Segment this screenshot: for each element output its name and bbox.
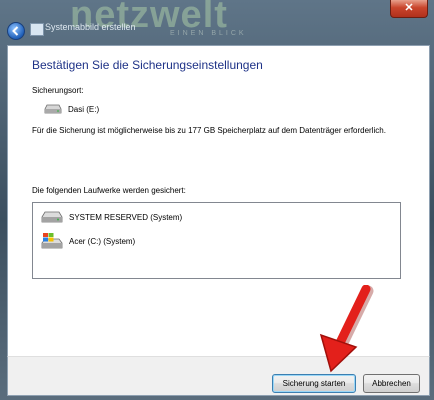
drive-name: Acer (C:) (System) — [69, 236, 136, 246]
drive-name: SYSTEM RESERVED (System) — [69, 212, 183, 222]
dialog-window: netzwelt EINEN BLICK ✕ Systemabbild erst… — [0, 0, 434, 400]
space-note: Für die Sicherung ist möglicherweise bis… — [32, 126, 386, 135]
watermark-tagline: EINEN BLICK — [170, 30, 247, 37]
window-title: Systemabbild erstellen — [45, 22, 136, 32]
close-button[interactable]: ✕ — [390, 0, 428, 18]
list-item: Acer (C:) (System) — [41, 233, 135, 249]
list-item: SYSTEM RESERVED (System) — [41, 211, 182, 223]
drives-list[interactable]: SYSTEM RESERVED (System) Acer (C:) (Syst… — [32, 202, 401, 279]
windows-drive-icon — [41, 233, 63, 249]
drive-icon — [44, 104, 62, 114]
arrow-left-icon — [12, 26, 19, 36]
destination-drive: Dasi (E:) — [44, 104, 99, 114]
destination-drive-label: Dasi (E:) — [68, 104, 100, 114]
location-label: Sicherungsort: — [32, 86, 84, 95]
drive-icon — [41, 211, 63, 223]
drives-label: Die folgenden Laufwerke werden gesichert… — [32, 186, 186, 195]
system-image-icon — [30, 23, 44, 36]
back-button[interactable] — [7, 22, 25, 40]
page-title: Bestätigen Sie die Sicherungseinstellung… — [32, 58, 263, 72]
red-arrow-icon — [319, 285, 374, 373]
